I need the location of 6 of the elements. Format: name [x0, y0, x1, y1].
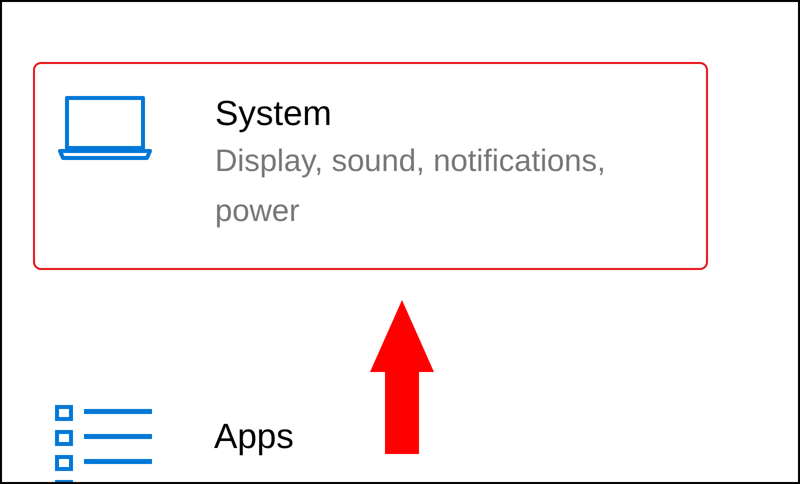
up-arrow-icon: [370, 300, 434, 454]
item-description: Display, sound, notifications, power: [215, 142, 607, 230]
item-title[interactable]: Apps: [214, 415, 294, 459]
laptop-icon: [57, 95, 153, 161]
item-title[interactable]: System: [215, 92, 685, 136]
list-icon: [54, 405, 152, 482]
